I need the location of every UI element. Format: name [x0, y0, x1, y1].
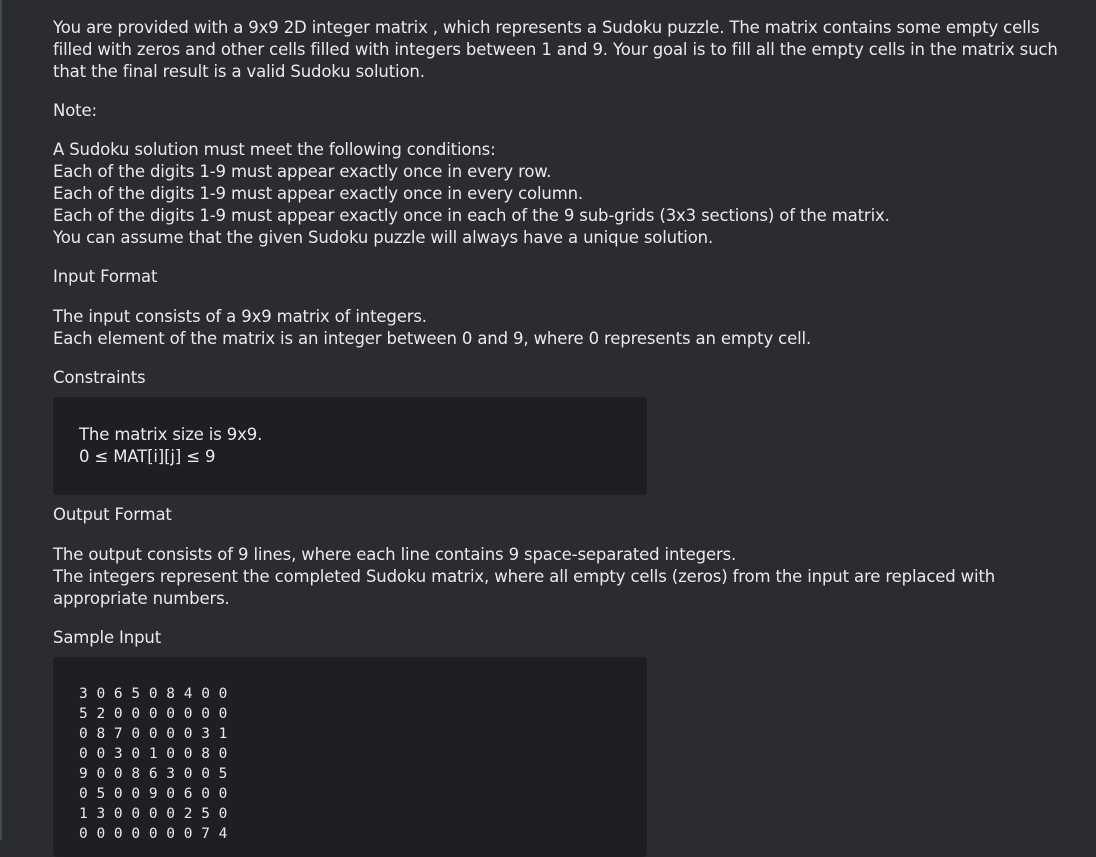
note-line: You can assume that the given Sudoku puz…: [53, 228, 714, 247]
intro-line: filled with zeros and other cells filled…: [53, 40, 1058, 59]
note-heading: Note:: [53, 101, 97, 120]
constraint-line: The matrix size is 9x9.: [79, 425, 263, 444]
problem-statement: You are provided with a 9x9 2D integer m…: [53, 17, 1058, 857]
sample-input-row: 0 8 7 0 0 0 0 3 1: [79, 726, 228, 742]
sample-input-row: 0 0 0 0 0 0 0 7 4: [79, 826, 228, 842]
note-line: Each of the digits 1-9 must appear exact…: [53, 206, 890, 225]
output-format-line: The integers represent the completed Sud…: [53, 567, 996, 586]
sample-input-row: 9 0 0 8 6 3 0 0 5: [79, 766, 228, 782]
output-format-line: The output consists of 9 lines, where ea…: [53, 545, 737, 564]
note-line: A Sudoku solution must meet the followin…: [53, 140, 496, 159]
intro-paragraph: You are provided with a 9x9 2D integer m…: [53, 17, 1058, 83]
input-format-heading: Input Format: [53, 267, 158, 286]
sample-input-heading: Sample Input: [53, 628, 162, 647]
input-format-line: Each element of the matrix is an integer…: [53, 329, 812, 348]
input-format-line: The input consists of a 9x9 matrix of in…: [53, 307, 427, 326]
left-border: [0, 0, 2, 840]
intro-line: You are provided with a 9x9 2D integer m…: [53, 18, 1040, 37]
constraints-heading: Constraints: [53, 368, 146, 387]
note-paragraph: A Sudoku solution must meet the followin…: [53, 139, 1053, 249]
output-format-heading: Output Format: [53, 505, 172, 524]
note-line: Each of the digits 1-9 must appear exact…: [53, 162, 552, 181]
sample-input-row: 0 0 3 0 1 0 0 8 0: [79, 746, 228, 762]
constraints-text: The matrix size is 9x9. 0 ≤ MAT[i][j] ≤ …: [79, 424, 621, 468]
sample-input-row: 3 0 6 5 0 8 4 0 0: [79, 686, 228, 702]
output-format-line: appropriate numbers.: [53, 589, 230, 608]
constraint-line: 0 ≤ MAT[i][j] ≤ 9: [79, 447, 216, 466]
constraints-box: The matrix size is 9x9. 0 ≤ MAT[i][j] ≤ …: [53, 397, 647, 495]
output-format-paragraph: The output consists of 9 lines, where ea…: [53, 544, 1053, 610]
sample-input-code-block: 3 0 6 5 0 8 4 0 0 5 2 0 0 0 0 0 0 0 0 8 …: [53, 657, 647, 857]
input-format-paragraph: The input consists of a 9x9 matrix of in…: [53, 306, 1053, 350]
sample-input-row: 5 2 0 0 0 0 0 0 0: [79, 706, 228, 722]
intro-line: that the final result is a valid Sudoku …: [53, 62, 425, 81]
sample-input-row: 1 3 0 0 0 0 2 5 0: [79, 806, 228, 822]
sample-input-row: 0 5 0 0 9 0 6 0 0: [79, 786, 228, 802]
note-line: Each of the digits 1-9 must appear exact…: [53, 184, 584, 203]
